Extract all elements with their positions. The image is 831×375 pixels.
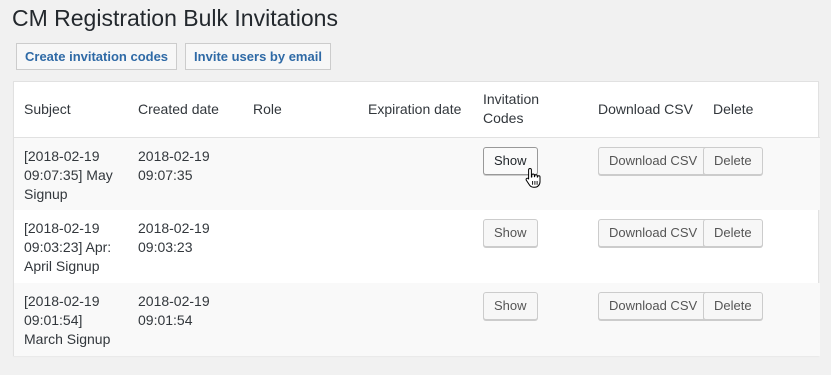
tab-create-invitation-codes[interactable]: Create invitation codes (16, 43, 178, 70)
cell-created-date: 2018-02-19 09:03:23 (138, 220, 210, 255)
cell-role (243, 283, 358, 356)
cell-download-csv: Download CSV (588, 210, 709, 283)
show-codes-button[interactable]: Show (483, 219, 538, 247)
cell-invitation-codes: Show (473, 137, 588, 210)
cell-expiration-date (358, 210, 473, 283)
table-row: [2018-02-19 09:01:54] March Signup 2018-… (14, 283, 820, 356)
cell-subject: [2018-02-19 09:01:54] March Signup (14, 283, 128, 356)
cell-invitation-codes: Show (473, 210, 588, 283)
column-header-subject: Subject (14, 82, 128, 138)
delete-button[interactable]: Delete (703, 146, 763, 175)
cell-download-csv: Download CSV (588, 137, 709, 210)
table-row: [2018-02-19 09:07:35] May Signup 2018-02… (14, 137, 820, 210)
cell-subject: [2018-02-19 09:07:35] May Signup (14, 137, 128, 210)
column-header-expiration-date: Expiration date (358, 82, 473, 138)
cell-role (243, 137, 358, 210)
cell-role (243, 210, 358, 283)
table-row: [2018-02-19 09:03:23] Apr: April Signup … (14, 210, 820, 283)
delete-button[interactable]: Delete (703, 219, 763, 247)
cell-invitation-codes: Show (473, 283, 588, 356)
show-codes-button[interactable]: Show (483, 292, 538, 320)
column-header-role: Role (243, 82, 358, 138)
table-header-row: Subject Created date Role Expiration dat… (14, 82, 820, 138)
delete-button[interactable]: Delete (703, 292, 763, 320)
cell-created-date: 2018-02-19 09:07:35 (128, 137, 243, 210)
cell-expiration-date (358, 283, 473, 356)
download-csv-button[interactable]: Download CSV (598, 219, 709, 247)
column-header-invitation-codes: Invitation Codes (473, 82, 588, 138)
cell-delete: Delete (703, 137, 820, 210)
show-codes-button[interactable]: Show (483, 146, 538, 175)
cell-subject: [2018-02-19 09:03:23] Apr: April Signup (24, 220, 112, 274)
tab-bar: Create invitation codes Invite users by … (16, 43, 331, 70)
tab-invite-users-by-email[interactable]: Invite users by email (185, 43, 331, 70)
cell-delete: Delete (703, 210, 820, 283)
cell-created-date: 2018-02-19 09:01:54 (128, 283, 243, 356)
download-csv-button[interactable]: Download CSV (598, 292, 709, 320)
column-header-download-csv: Download CSV (588, 82, 703, 138)
page-title: CM Registration Bulk Invitations (12, 5, 338, 31)
invitations-table: Subject Created date Role Expiration dat… (13, 81, 820, 356)
cell-delete: Delete (703, 283, 820, 356)
column-header-delete: Delete (703, 82, 820, 138)
cell-download-csv: Download CSV (588, 283, 709, 356)
download-csv-button[interactable]: Download CSV (598, 146, 709, 175)
cell-expiration-date (358, 137, 473, 210)
column-header-created-date: Created date (128, 82, 243, 138)
